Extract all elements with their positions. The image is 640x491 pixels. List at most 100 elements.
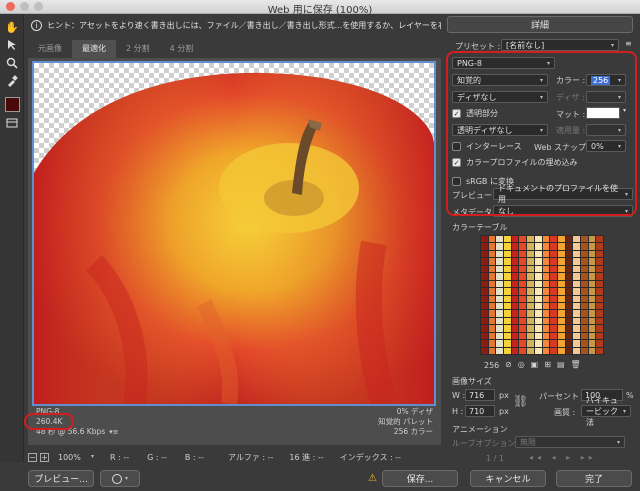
color-table-swatch[interactable] <box>511 236 519 243</box>
color-table-swatch[interactable] <box>534 288 542 295</box>
color-table-swatch[interactable] <box>596 250 603 258</box>
color-table-swatch[interactable] <box>557 250 565 258</box>
color-table-swatch[interactable] <box>588 273 596 280</box>
color-table-swatch[interactable] <box>527 236 534 243</box>
color-table-swatch[interactable] <box>511 317 519 325</box>
color-table-swatch[interactable] <box>534 236 542 243</box>
color-table-swatch[interactable] <box>550 340 557 347</box>
color-table-swatch[interactable] <box>527 273 534 280</box>
color-table-swatch[interactable] <box>580 273 588 280</box>
loop-select[interactable]: 無限 ▾ <box>515 436 625 448</box>
color-table-swatch[interactable] <box>588 236 596 243</box>
color-table-swatch[interactable] <box>542 347 550 354</box>
color-table-swatch[interactable] <box>550 317 557 325</box>
color-table-swatch[interactable] <box>565 347 573 354</box>
color-table-swatch[interactable] <box>481 332 488 340</box>
color-table-swatch[interactable] <box>527 288 534 295</box>
color-table-swatch[interactable] <box>519 280 527 288</box>
color-table-swatch[interactable] <box>496 258 504 265</box>
color-table-swatch[interactable] <box>542 250 550 258</box>
color-table-swatch[interactable] <box>519 295 527 302</box>
color-table-swatch[interactable] <box>565 317 573 325</box>
color-table-swatch[interactable] <box>481 273 488 280</box>
color-table-swatch[interactable] <box>511 273 519 280</box>
zoom-out-button[interactable]: − <box>28 452 37 462</box>
color-table-swatch[interactable] <box>511 347 519 354</box>
color-table-swatch[interactable] <box>588 347 596 354</box>
color-table-swatch[interactable] <box>550 265 557 273</box>
color-table-swatch[interactable] <box>573 332 580 340</box>
tab-optimized[interactable]: 最適化 <box>72 40 116 58</box>
color-table-swatch[interactable] <box>481 243 488 250</box>
color-table-swatch[interactable] <box>496 325 504 332</box>
color-table-swatch[interactable] <box>504 302 511 310</box>
color-table-swatch[interactable] <box>596 325 603 332</box>
tab-4-up[interactable]: 4 分割 <box>160 40 204 58</box>
color-table-swatch[interactable] <box>550 302 557 310</box>
color-table-swatch[interactable] <box>596 310 603 317</box>
color-table-swatch[interactable] <box>557 273 565 280</box>
color-table-swatch[interactable] <box>588 250 596 258</box>
color-table-swatch[interactable] <box>596 332 603 340</box>
color-table-swatch[interactable] <box>565 340 573 347</box>
color-table-swatch[interactable] <box>488 243 496 250</box>
color-table-swatch[interactable] <box>481 288 488 295</box>
cancel-button[interactable]: キャンセル <box>470 470 546 487</box>
color-table-swatch[interactable] <box>488 332 496 340</box>
color-table-swatch[interactable] <box>511 340 519 347</box>
color-table-swatch[interactable] <box>557 288 565 295</box>
color-table-swatch[interactable] <box>511 250 519 258</box>
color-table-swatch[interactable] <box>596 317 603 325</box>
color-table-swatch[interactable] <box>481 310 488 317</box>
color-table-swatch[interactable] <box>550 288 557 295</box>
zoom-tool-icon[interactable] <box>5 56 19 70</box>
color-table-swatch[interactable] <box>496 332 504 340</box>
color-table-swatch[interactable] <box>557 310 565 317</box>
color-table-swatch[interactable] <box>596 265 603 273</box>
color-table-swatch[interactable] <box>534 258 542 265</box>
color-table-swatch[interactable] <box>580 236 588 243</box>
color-table-swatch[interactable] <box>565 332 573 340</box>
color-table-swatch[interactable] <box>588 317 596 325</box>
color-table-swatch[interactable] <box>519 265 527 273</box>
color-table-swatch[interactable] <box>527 295 534 302</box>
color-table-swatch[interactable] <box>496 317 504 325</box>
color-table-swatch[interactable] <box>596 273 603 280</box>
color-table-swatch[interactable] <box>596 347 603 354</box>
color-table-swatch[interactable] <box>550 258 557 265</box>
color-table-swatch[interactable] <box>519 310 527 317</box>
color-table-swatch[interactable] <box>550 280 557 288</box>
color-table-swatch[interactable] <box>588 310 596 317</box>
color-table-swatch[interactable] <box>481 265 488 273</box>
link-icon[interactable]: ⛓ <box>513 394 528 408</box>
color-table-swatch[interactable] <box>527 250 534 258</box>
color-table-swatch[interactable] <box>488 295 496 302</box>
color-table-swatch[interactable] <box>481 258 488 265</box>
color-table-swatch[interactable] <box>580 295 588 302</box>
color-table-swatch[interactable] <box>573 250 580 258</box>
color-table-swatch[interactable] <box>488 280 496 288</box>
color-table-swatch[interactable] <box>565 273 573 280</box>
color-table-swatch[interactable] <box>534 295 542 302</box>
color-table-swatch[interactable] <box>496 243 504 250</box>
color-table-swatch[interactable] <box>580 280 588 288</box>
color-table-swatch[interactable] <box>504 295 511 302</box>
color-table-swatch[interactable] <box>542 317 550 325</box>
color-table-swatch[interactable] <box>488 317 496 325</box>
color-table-swatch[interactable] <box>534 310 542 317</box>
color-table-swatch[interactable] <box>519 250 527 258</box>
color-table-swatch[interactable] <box>527 265 534 273</box>
color-table-swatch[interactable] <box>596 295 603 302</box>
color-table-swatch[interactable] <box>519 332 527 340</box>
zoom-in-button[interactable]: + <box>40 452 49 462</box>
color-table-swatch[interactable] <box>488 288 496 295</box>
color-table-grid[interactable] <box>480 235 604 355</box>
color-table-swatch[interactable] <box>588 302 596 310</box>
eyedropper-tool-icon[interactable] <box>5 74 19 88</box>
color-table-swatch[interactable] <box>488 310 496 317</box>
optimize-menu-icon[interactable]: ≡ <box>625 39 632 48</box>
color-table-swatch[interactable] <box>504 250 511 258</box>
color-table-swatch[interactable] <box>557 302 565 310</box>
color-table-swatch[interactable] <box>588 288 596 295</box>
tab-original[interactable]: 元画像 <box>28 40 72 58</box>
